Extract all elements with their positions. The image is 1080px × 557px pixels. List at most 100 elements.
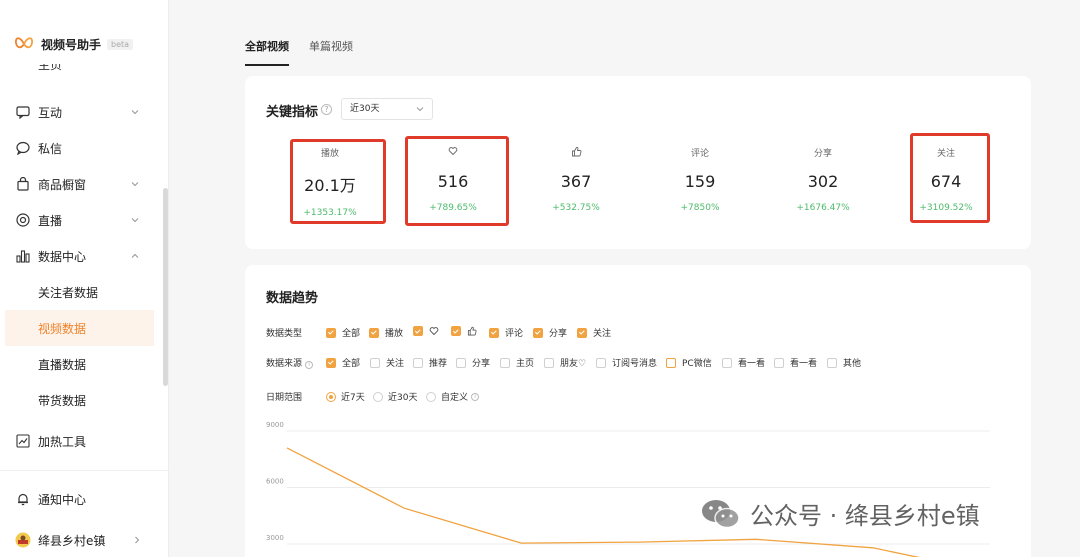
sidebar-subitem-label: 关注者数据 [38,285,99,300]
source-option-subscription[interactable]: 订阅号消息 [596,356,657,369]
data-source-label: 数据来源 i [266,356,314,369]
source-option-other[interactable]: 其他 [827,356,861,369]
sidebar: 视频号助手 beta 主页 互动 私信 商品橱窗 直播 数据中心 关注者数据 视… [0,0,169,557]
source-option-friends[interactable]: 朋友♡ [544,356,586,369]
sidebar-item-account[interactable]: 绛县乡村e镇 [0,522,162,557]
sidebar-item-label: 数据中心 [38,249,87,264]
checkbox [774,357,784,368]
metric-likes[interactable]: 367 +532.75% [531,146,621,213]
source-option-share[interactable]: 分享 [456,356,490,369]
checkbox [326,327,336,338]
metric-change: +7850% [680,203,720,213]
checkbox [456,357,466,368]
metric-shares[interactable]: 分享 302 +1676.47% [778,146,868,213]
checkbox [533,327,543,338]
type-option-hearts[interactable] [413,326,439,336]
tab-single-video[interactable]: 单篇视频 [309,38,353,66]
source-option-top-stories-2[interactable]: 看一看 [774,356,817,369]
sidebar-subitem-live-data[interactable]: 直播数据 [5,346,154,382]
sidebar-item-label: 直播 [38,213,63,228]
sidebar-item-messages[interactable]: 私信 [0,130,162,166]
thumbs-up-icon [531,146,621,158]
highlight-box-follows [910,133,990,223]
tab-all-videos[interactable]: 全部视频 [245,38,289,66]
option-label: 分享 [549,329,568,339]
option-label: 评论 [505,329,524,339]
live-circle-icon [15,212,31,228]
data-trend-title: 数据趋势 [266,291,319,306]
help-icon[interactable]: ? [321,104,332,115]
option-label: 推荐 [429,359,448,369]
sidebar-subitem-video-data[interactable]: 视频数据 [5,310,154,346]
range-option-custom[interactable]: 自定义 i [426,390,480,403]
option-label: 朋友♡ [560,359,587,369]
butterfly-logo-icon [14,37,34,49]
option-label: 自定义 [441,393,469,403]
metric-value: 367 [560,172,592,191]
metric-value: 302 [807,172,839,191]
trend-chart-icon [15,433,31,449]
radio [426,391,436,402]
message-square-icon [15,104,31,120]
checkbox [370,357,380,368]
sidebar-item-label: 商品橱窗 [38,177,87,192]
highlight-box-hearts [405,136,509,226]
app-logo[interactable]: 视频号助手 beta [14,34,134,54]
metric-value: 159 [684,172,716,191]
period-select[interactable]: 近30天 [341,98,433,120]
checkbox [596,357,606,368]
thumbs-up-icon [467,326,477,336]
option-label: 分享 [472,359,491,369]
type-option-shares[interactable]: 分享 [533,326,567,339]
sidebar-scrollbar[interactable] [163,188,168,386]
sidebar-item-boost-tool[interactable]: 加热工具 [0,423,162,459]
sidebar-subitem-follower-data[interactable]: 关注者数据 [5,274,154,310]
info-icon[interactable]: i [471,392,480,401]
source-option-pc-wechat[interactable]: PC微信 [666,356,712,369]
sidebar-item-label: 互动 [38,105,63,120]
sidebar-subitem-sales-data[interactable]: 带货数据 [5,382,154,418]
range-option-30d[interactable]: 近30天 [373,390,417,403]
sidebar-divider [0,470,169,471]
sidebar-item-shop[interactable]: 商品橱窗 [0,166,162,202]
type-option-likes[interactable] [451,326,477,336]
chevron-down-icon [131,218,139,223]
option-label: 看一看 [738,359,766,369]
y-tick-label: 9000 [266,421,284,429]
info-icon[interactable]: i [305,361,314,369]
trend-line-chart[interactable]: 9000 6000 3000 [245,420,1031,557]
checkbox [369,327,379,338]
type-option-comments[interactable]: 评论 [489,326,523,339]
option-label: 主页 [516,359,535,369]
checkbox [413,357,423,368]
type-option-all[interactable]: 全部 [326,326,360,339]
source-option-top-stories-1[interactable]: 看一看 [722,356,765,369]
source-option-recommend[interactable]: 推荐 [413,356,447,369]
account-name: 绛县乡村e镇 [38,533,106,548]
option-label: 全部 [342,329,361,339]
chevron-down-icon [131,182,139,187]
checkbox [489,327,499,338]
checkbox [827,357,837,368]
metric-change: +1676.47% [796,203,850,213]
chevron-down-icon [416,107,424,112]
chevron-up-icon [131,253,139,258]
sidebar-item-home-cut[interactable]: 主页 [38,64,62,73]
sidebar-subitem-label: 视频数据 [38,321,87,336]
sidebar-item-data-center[interactable]: 数据中心 [0,238,162,274]
sidebar-item-notifications[interactable]: 通知中心 [0,481,162,517]
metric-comments[interactable]: 评论 159 +7850% [655,146,745,213]
metric-label: 评论 [690,149,709,159]
sidebar-item-interaction[interactable]: 互动 [0,94,162,130]
sidebar-item-live[interactable]: 直播 [0,202,162,238]
range-option-7d[interactable]: 近7天 [326,390,365,403]
type-option-plays[interactable]: 播放 [369,326,403,339]
radio [326,391,336,402]
video-scope-tabs: 全部视频 单篇视频 [245,38,373,66]
type-option-follows[interactable]: 关注 [577,326,611,339]
source-option-all[interactable]: 全部 [326,356,360,369]
source-option-homepage[interactable]: 主页 [500,356,534,369]
source-option-follow[interactable]: 关注 [370,356,404,369]
option-label: 关注 [386,359,405,369]
avatar [15,532,31,548]
